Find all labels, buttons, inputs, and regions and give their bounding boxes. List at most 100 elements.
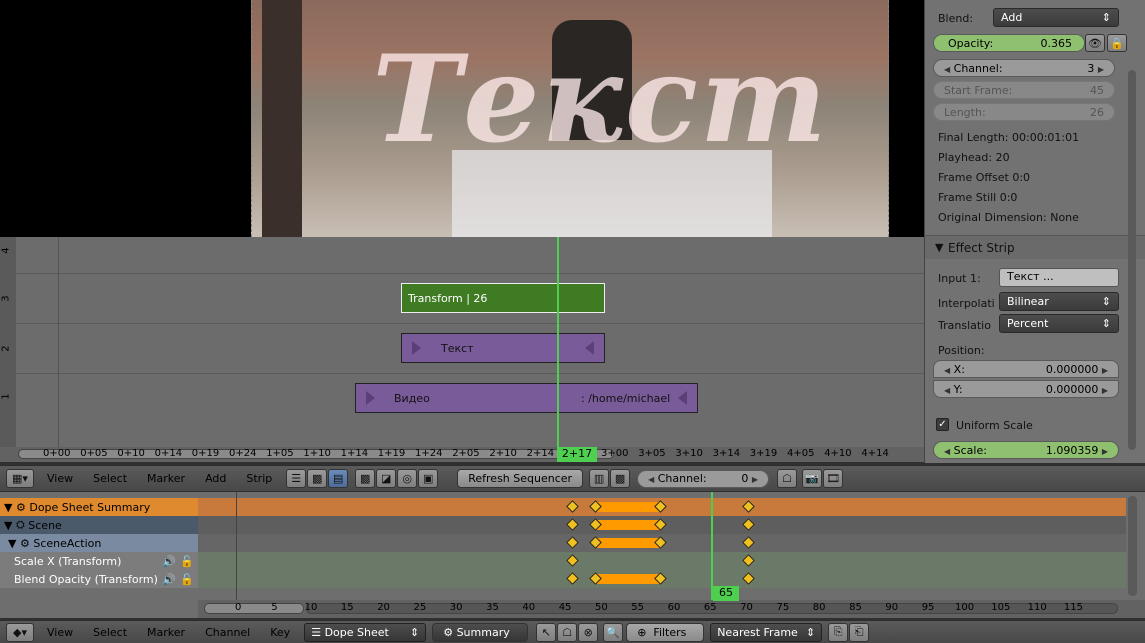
dope-ruler-tick-label: 5 [271, 602, 278, 613]
uniform-scale-checkbox[interactable]: ✓ [936, 418, 949, 431]
translation-value: Percent [1007, 317, 1049, 330]
channel-scene[interactable]: ▼ ⛭ Scene [0, 516, 198, 534]
ruler-tick-label: 1+19 [377, 448, 406, 459]
checker-toggle-icon[interactable]: ▩ [610, 469, 631, 488]
strip-handle-left-icon[interactable] [366, 391, 375, 405]
blend-select[interactable]: Add ⇕ [993, 8, 1119, 27]
menu-select[interactable]: Select [93, 626, 127, 639]
arrow-left-icon: ◀ [944, 385, 951, 395]
dope-ruler-tick-label: 85 [849, 602, 862, 613]
channel-scale-x[interactable]: Scale X (Transform) 🔊 🔓 [0, 552, 198, 570]
summary-toggle[interactable]: ⚙ Summary [432, 622, 529, 642]
sequencer-ruler[interactable]: 0+00 0+05 0+10 0+14 0+19 0+24 1+05 1+10 1+14 1+19… [0, 447, 924, 462]
video-strip[interactable]: Видео : /home/michael [355, 383, 698, 413]
dope-sheet[interactable]: ▼ ⚙ Dope Sheet Summary ▼ ⛭ Scene ▼ ⚙ Sce… [0, 492, 1145, 618]
ruler-tick-label: 0+19 [191, 448, 220, 459]
effect-strip-panel-header[interactable]: ▼ Effect Strip [925, 235, 1145, 259]
speaker-icon[interactable]: 🔊 [162, 555, 176, 568]
lock-icon[interactable]: 🔒 [1107, 34, 1127, 52]
channel-number: 1 [0, 393, 12, 400]
sequencer-timeline[interactable]: 4 3 2 1 Transform | 26 Текст Видео : /ho… [0, 237, 924, 462]
paste-keys-icon[interactable]: ⎗ [849, 622, 870, 642]
only-errors-icon[interactable]: ⊗ [578, 622, 599, 642]
menu-strip[interactable]: Strip [246, 472, 272, 485]
editor-type-icon[interactable]: ▦▾ [6, 469, 34, 488]
overlay-icon[interactable]: ◎ [397, 469, 418, 488]
channel-summary[interactable]: ▼ ⚙ Dope Sheet Summary [0, 498, 198, 516]
position-x-field[interactable]: ◀ X: 0.000000 ▶ [933, 360, 1119, 378]
interpolation-value: Bilinear [1007, 295, 1049, 308]
menu-add[interactable]: Add [205, 472, 226, 485]
properties-scrollbar[interactable] [1128, 70, 1136, 450]
show-hidden-icon[interactable]: ☖ [557, 622, 578, 642]
translation-label: Translatio [938, 319, 991, 332]
search-icon[interactable]: 🔍 [603, 622, 624, 642]
row-label: Scale X (Transform) [14, 554, 122, 568]
effect-strip-title: Effect Strip [948, 241, 1015, 255]
editor-type-icon[interactable]: ◆▾ [6, 622, 34, 642]
image-icon[interactable]: ▣ [418, 469, 439, 488]
mode-select[interactable]: ☰ Dope Sheet ⇕ [304, 622, 427, 642]
render-animation-icon[interactable]: 🎞 [823, 469, 844, 488]
channel-field[interactable]: ◀ Channel: 3 ▶ [933, 59, 1115, 77]
start-frame-field[interactable]: Start Frame: 45 [933, 81, 1115, 99]
input1-field[interactable]: Текст ... [999, 268, 1119, 287]
dope-ruler-tick-label: 70 [740, 602, 753, 613]
dope-ruler-tick-label: 10 [304, 602, 318, 613]
preview-view-icon[interactable]: ▩ [307, 469, 328, 488]
menu-marker[interactable]: Marker [147, 472, 185, 485]
draw-icon[interactable]: ◪ [376, 469, 397, 488]
channel-blend-opacity[interactable]: Blend Opacity (Transform) 🔊 🔓 [0, 570, 198, 588]
interpolation-select[interactable]: Bilinear ⇕ [999, 292, 1119, 311]
ghost-icon[interactable]: ☖ [777, 469, 798, 488]
proxy-icon[interactable]: ▥ [589, 469, 610, 488]
dope-playhead-line[interactable] [711, 492, 713, 600]
fcurve-row: Blend Opacity (Transform) 🔊 🔓 [0, 570, 1126, 588]
ruler-tick-label: 4+14 [861, 448, 889, 459]
strip-handle-right-icon[interactable] [678, 391, 687, 405]
menu-marker[interactable]: Marker [147, 626, 185, 639]
menu-view[interactable]: View [47, 472, 73, 485]
ruler-tick-label: 0+14 [154, 448, 183, 459]
speaker-icon[interactable]: 🔊 [162, 573, 176, 586]
eye-icon[interactable]: 👁 [1085, 34, 1105, 52]
transform-strip[interactable]: Transform | 26 [401, 283, 605, 313]
scale-field[interactable]: ◀ Scale: 1.090359 ▶ [933, 441, 1119, 459]
ruler-tick-label: 1+10 [303, 448, 331, 459]
opacity-field[interactable]: Opacity: 0.365 [933, 34, 1085, 52]
frame-still-text: Frame Still 0:0 [938, 191, 1018, 204]
only-selected-icon[interactable]: ↖ [536, 622, 557, 642]
translation-select[interactable]: Percent ⇕ [999, 314, 1119, 333]
filters-button[interactable]: ⊕ Filters [626, 622, 705, 642]
refresh-sequencer-button[interactable]: Refresh Sequencer [457, 469, 584, 488]
dope-ruler[interactable]: 0 5 10 15 20 25 30 35 40 45 50 55 60 65 70 75 80 85 90 95 10… [198, 600, 1145, 618]
display-channel-field[interactable]: ◀ Channel: 0 ▶ [637, 469, 770, 488]
lock-icon[interactable]: 🔓 [180, 555, 194, 568]
sequencer-view-icon[interactable]: ☰ [286, 469, 307, 488]
position-y-field[interactable]: ◀ Y: 0.000000 ▶ [933, 380, 1119, 398]
dope-playhead-label: 65 [713, 586, 739, 601]
strip-handle-left-icon[interactable] [412, 341, 421, 355]
combined-view-icon[interactable]: ▤ [328, 469, 349, 488]
snap-select[interactable]: Nearest Frame ⇕ [710, 622, 823, 642]
collapse-icon: ▼ [935, 241, 944, 254]
render-still-icon[interactable]: 📷 [802, 469, 823, 488]
channel-action[interactable]: ▼ ⚙ SceneAction [0, 534, 198, 552]
menu-view[interactable]: View [47, 626, 73, 639]
dope-vertical-scrollbar[interactable] [1128, 496, 1137, 596]
checker-icon[interactable]: ▩ [355, 469, 376, 488]
menu-key[interactable]: Key [270, 626, 290, 639]
keyframe-hold [597, 520, 661, 530]
channel-number: 4 [0, 247, 12, 254]
length-field[interactable]: Length: 26 [933, 103, 1115, 121]
playhead-line[interactable] [557, 237, 559, 447]
text-strip[interactable]: Текст [401, 333, 605, 363]
lock-icon[interactable]: 🔓 [180, 573, 194, 586]
start-frame-label: Start Frame: [944, 83, 1013, 97]
menu-select[interactable]: Select [93, 472, 127, 485]
channel-number: 2 [0, 345, 12, 352]
blend-value: Add [1001, 11, 1023, 24]
menu-channel[interactable]: Channel [205, 626, 250, 639]
copy-keys-icon[interactable]: ⎘ [828, 622, 849, 642]
strip-handle-right-icon[interactable] [585, 341, 594, 355]
